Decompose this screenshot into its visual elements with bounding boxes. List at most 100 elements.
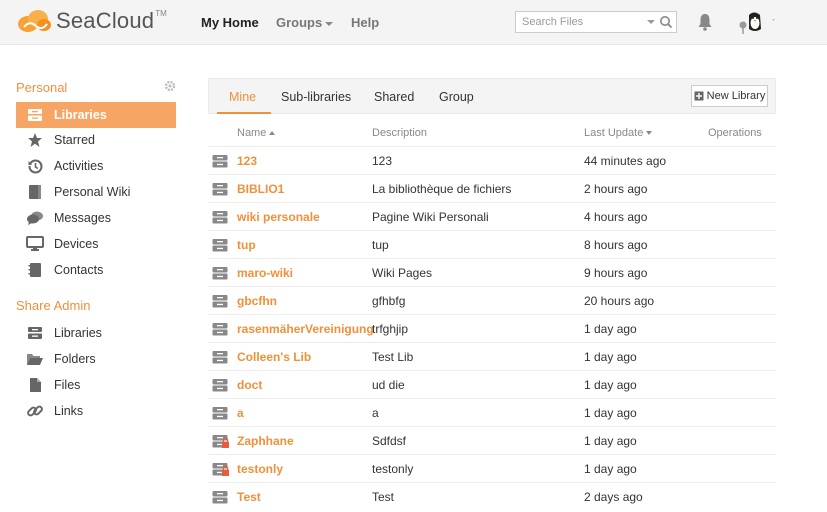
tab-shared[interactable]: Shared — [374, 90, 414, 104]
library-description: tup — [372, 238, 389, 252]
sidebar-item-label: Links — [54, 404, 84, 418]
table-row[interactable]: Colleen's Lib Test Lib 1 day ago — [208, 342, 776, 370]
sidebar-item-devices[interactable]: Devices — [16, 231, 176, 257]
table-row[interactable]: tup tup 8 hours ago — [208, 230, 776, 258]
sidebar-item-admin-files[interactable]: Files — [16, 372, 176, 398]
library-name-link[interactable]: Test — [237, 490, 261, 504]
library-icon — [212, 406, 230, 424]
table-row[interactable]: Zaphhane Sdfdsf 1 day ago — [208, 426, 776, 454]
table-row[interactable]: 123 123 44 minutes ago — [208, 146, 776, 174]
sidebar-item-activities[interactable]: Activities — [16, 153, 176, 179]
library-name-link[interactable]: doct — [237, 378, 262, 392]
messages-icon — [16, 210, 54, 226]
table-row[interactable]: doct ud die 1 day ago — [208, 370, 776, 398]
table-row[interactable]: Test Test 2 days ago — [208, 482, 776, 510]
table-row[interactable]: testonly testonly 1 day ago — [208, 454, 776, 482]
new-library-button[interactable]: New Library — [691, 85, 768, 107]
library-name-link[interactable]: tup — [237, 238, 256, 252]
sidebar-item-messages[interactable]: Messages — [16, 205, 176, 231]
library-icon — [212, 322, 230, 340]
sidebar-share-admin-title: Share Admin — [16, 298, 91, 313]
libraries-icon — [16, 326, 54, 340]
library-name-link[interactable]: BIBLIO1 — [237, 182, 284, 196]
library-description: 123 — [372, 154, 393, 168]
new-library-label: New Library — [706, 90, 766, 102]
table-row[interactable]: gbcfhn gfhbfg 20 hours ago — [208, 286, 776, 314]
library-name-link[interactable]: gbcfhn — [237, 294, 277, 308]
library-last-update: 1 day ago — [584, 434, 637, 448]
search-input[interactable] — [520, 15, 644, 29]
library-description: ud die — [372, 378, 405, 392]
nav-my-home[interactable]: My Home — [201, 15, 259, 30]
library-name-link[interactable]: rasenmäherVereinigung — [237, 322, 374, 336]
library-last-update: 1 day ago — [584, 350, 637, 364]
library-name-link[interactable]: Colleen's Lib — [237, 350, 311, 364]
logo-text: SeaCloud — [56, 8, 155, 33]
library-icon — [212, 294, 230, 312]
nav-groups[interactable]: Groups — [276, 15, 334, 30]
library-last-update: 1 day ago — [584, 378, 637, 392]
library-icon — [212, 350, 230, 368]
library-description: Test — [372, 490, 395, 504]
sidebar-item-admin-libraries[interactable]: Libraries — [16, 320, 176, 346]
column-header-name-label: Name — [237, 127, 267, 139]
notification-bell-icon[interactable] — [697, 13, 713, 31]
sidebar-item-label: Libraries — [54, 326, 102, 340]
library-description: testonly — [372, 462, 414, 476]
seacloud-logo[interactable]: SeaCloud TM — [16, 7, 167, 35]
tab-sub-libraries[interactable]: Sub-libraries — [281, 90, 351, 104]
encrypted-library-icon — [212, 462, 230, 480]
library-name-link[interactable]: 123 — [237, 154, 257, 168]
library-name-link[interactable]: maro-wiki — [237, 266, 293, 280]
sort-descending-icon — [646, 131, 653, 136]
table-row[interactable]: wiki personale Pagine Wiki Personali 4 hou… — [208, 202, 776, 230]
library-last-update: 1 day ago — [584, 406, 637, 420]
library-name-link[interactable]: a — [237, 406, 244, 420]
table-row[interactable]: a a 1 day ago — [208, 398, 776, 426]
tab-group[interactable]: Group — [439, 90, 474, 104]
library-description: Wiki Pages — [372, 266, 433, 280]
sidebar-item-libraries[interactable]: Libraries — [16, 102, 176, 128]
library-description: gfhbfg — [372, 294, 406, 308]
library-name-link[interactable]: Zaphhane — [237, 434, 294, 448]
library-name-link[interactable]: testonly — [237, 462, 283, 476]
sidebar-item-label: Folders — [54, 352, 96, 366]
sidebar-item-personal-wiki[interactable]: Personal Wiki — [16, 179, 176, 205]
search-icon[interactable] — [659, 15, 673, 29]
library-last-update: 2 days ago — [584, 490, 643, 504]
library-last-update: 2 hours ago — [584, 182, 648, 196]
table-row[interactable]: rasenmäherVereinigung trfghjip 1 day ago — [208, 314, 776, 342]
sidebar-item-starred[interactable]: Starred — [16, 127, 176, 153]
monitor-icon — [16, 236, 54, 252]
tab-mine[interactable]: Mine — [229, 90, 256, 104]
sidebar-item-contacts[interactable]: Contacts — [16, 257, 176, 283]
nav-help[interactable]: Help — [351, 15, 379, 30]
cloud-logo-icon — [18, 10, 51, 32]
library-icon — [212, 182, 230, 200]
sidebar-item-admin-links[interactable]: Links — [16, 398, 176, 424]
gear-icon[interactable] — [164, 80, 176, 92]
library-last-update: 4 hours ago — [584, 210, 648, 224]
library-last-update: 9 hours ago — [584, 266, 648, 280]
sidebar-item-label: Devices — [54, 237, 99, 251]
search-options-chevron-icon[interactable] — [647, 20, 655, 24]
library-last-update: 8 hours ago — [584, 238, 648, 252]
sidebar-item-label: Contacts — [54, 263, 104, 277]
encrypted-library-icon — [212, 434, 230, 452]
library-tabs-bar: Mine Sub-libraries Shared Group New Libr… — [208, 78, 776, 114]
table-row[interactable]: maro-wiki Wiki Pages 9 hours ago — [208, 258, 776, 286]
table-row[interactable]: BIBLIO1 La bibliothèque de fichiers 2 hour… — [208, 174, 776, 202]
column-header-last-update[interactable]: Last Update — [584, 127, 653, 139]
library-icon — [212, 238, 230, 256]
column-header-last-update-label: Last Update — [584, 127, 644, 139]
column-header-name[interactable]: Name — [237, 127, 276, 139]
sidebar-item-label: Libraries — [54, 108, 107, 122]
library-name-link[interactable]: wiki personale — [237, 210, 320, 224]
sidebar-item-admin-folders[interactable]: Folders — [16, 346, 176, 372]
link-icon — [16, 402, 54, 420]
column-header-description: Description — [372, 127, 428, 139]
sidebar-item-label: Messages — [54, 211, 111, 225]
user-avatar-menu[interactable] — [738, 9, 778, 38]
library-last-update: 20 hours ago — [584, 294, 655, 308]
folder-icon — [16, 352, 54, 366]
